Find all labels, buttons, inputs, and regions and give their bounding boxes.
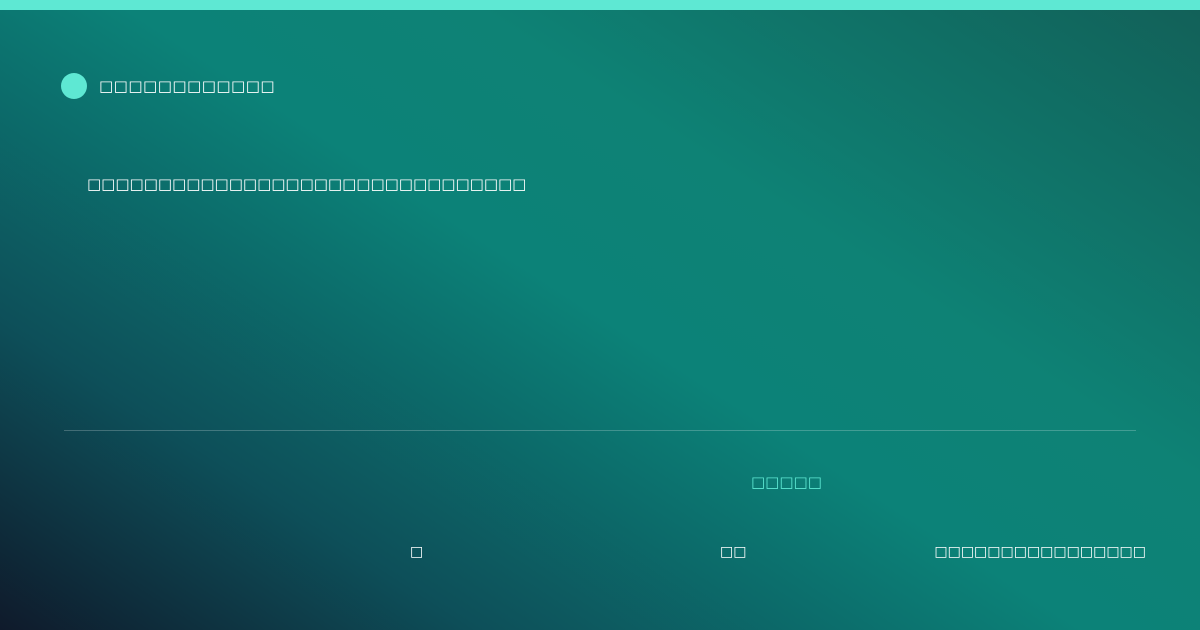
brand-name: □□□□□□□□□□□□: [99, 77, 276, 95]
brand: □□□□□□□□□□□□: [61, 73, 275, 99]
top-accent-bar: [0, 0, 1200, 10]
divider: [64, 430, 1136, 431]
footer-item-3: □□□□□□□□□□□□□□□□: [934, 544, 1146, 560]
headline: □□□□□□□□□□□□□□□□□□□□□□□□□□□□□□□: [87, 175, 527, 193]
accent-label: □□□□□: [751, 473, 822, 491]
footer-item-2: □□: [720, 544, 747, 560]
brand-dot-icon: [61, 73, 87, 99]
footer-item-1: □: [410, 544, 424, 560]
